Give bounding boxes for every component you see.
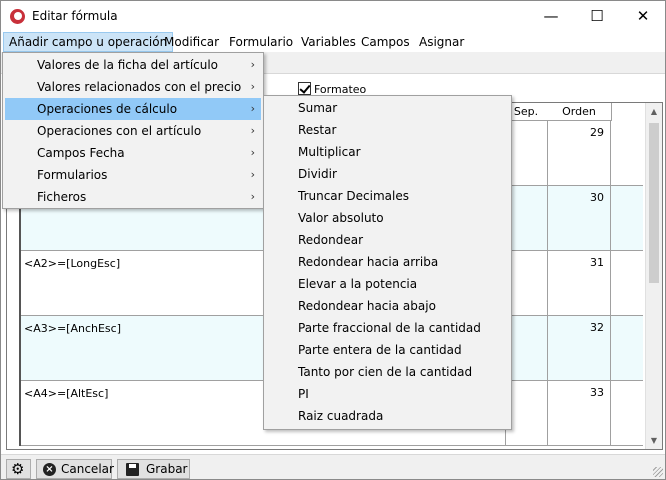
window-title: Editar fórmula: [32, 9, 118, 23]
menu-item-raiz-cuadrada[interactable]: Raiz cuadrada: [266, 405, 509, 427]
row-indicator[interactable]: [7, 381, 21, 446]
menu-item-label: Valores relacionados con el precio: [37, 80, 242, 94]
cell-expression[interactable]: <A2>=[LongEsc]: [24, 257, 120, 270]
menu-item-dividir[interactable]: Dividir: [266, 163, 509, 185]
cell-orden[interactable]: 31: [547, 251, 611, 316]
cell-orden[interactable]: 29: [547, 121, 611, 186]
menu-item-label: Ficheros: [37, 190, 87, 204]
menu-item-redondear-arriba[interactable]: Redondear hacia arriba: [266, 251, 509, 273]
submenu-arrow-icon: ›: [250, 102, 255, 115]
cell-orden[interactable]: 32: [547, 316, 611, 381]
checkbox-checked-icon[interactable]: [298, 82, 311, 95]
gear-icon: ⚙: [11, 460, 25, 478]
save-disk-icon: [126, 463, 139, 476]
resize-grip-icon[interactable]: [653, 467, 663, 477]
menu-item-precio[interactable]: Valores relacionados con el precio ›: [5, 76, 261, 98]
menu-item-ficha-articulo[interactable]: Valores de la ficha del artículo ›: [5, 54, 261, 76]
submenu-arrow-icon: ›: [250, 124, 255, 137]
menu-item-operaciones-articulo[interactable]: Operaciones con el artículo ›: [5, 120, 261, 142]
submenu-arrow-icon: ›: [250, 58, 255, 71]
scroll-down-icon[interactable]: ▼: [646, 432, 662, 449]
menu-item-tanto-por-cien[interactable]: Tanto por cien de la cantidad: [266, 361, 509, 383]
add-field-menu: Valores de la ficha del artículo › Valore…: [2, 52, 264, 209]
row-indicator[interactable]: [7, 251, 21, 316]
menu-variables[interactable]: Variables: [296, 32, 361, 52]
menu-item-label: Operaciones de cálculo: [37, 102, 178, 116]
cell-expression[interactable]: <A4>=[AltEsc]: [24, 387, 108, 400]
menu-item-label: Formularios: [37, 168, 108, 182]
menu-item-parte-fraccional[interactable]: Parte fraccional de la cantidad: [266, 317, 509, 339]
menu-item-redondear[interactable]: Redondear: [266, 229, 509, 251]
menu-item-restar[interactable]: Restar: [266, 119, 509, 141]
menu-item-campos-fecha[interactable]: Campos Fecha ›: [5, 142, 261, 164]
formateo-checkbox[interactable]: Formateo: [298, 82, 366, 96]
menu-bar: Añadir campo u operación Modificar Formu…: [1, 32, 665, 52]
menu-item-redondear-abajo[interactable]: Redondear hacia abajo: [266, 295, 509, 317]
menu-campos[interactable]: Campos: [356, 32, 415, 52]
menu-item-truncar-decimales[interactable]: Truncar Decimales: [266, 185, 509, 207]
menu-item-label: Operaciones con el artículo: [37, 124, 202, 138]
menu-asignar[interactable]: Asignar: [414, 32, 469, 52]
menu-item-parte-entera[interactable]: Parte entera de la cantidad: [266, 339, 509, 361]
bottom-toolbar: ⚙ × Cancelar Grabar: [1, 454, 665, 479]
app-logo-icon: [10, 9, 25, 24]
row-indicator[interactable]: [7, 316, 21, 381]
cancel-button[interactable]: × Cancelar: [36, 459, 114, 479]
title-bar: Editar fórmula — ☐ ✕: [1, 1, 665, 32]
menu-modificar[interactable]: Modificar: [159, 32, 224, 52]
cancel-icon: ×: [43, 463, 56, 476]
menu-item-sumar[interactable]: Sumar: [266, 97, 509, 119]
menu-item-pi[interactable]: PI: [266, 383, 509, 405]
menu-item-multiplicar[interactable]: Multiplicar: [266, 141, 509, 163]
calc-operations-submenu: Sumar Restar Multiplicar Dividir Truncar…: [263, 95, 512, 430]
submenu-arrow-icon: ›: [250, 190, 255, 203]
menu-item-elevar-potencia[interactable]: Elevar a la potencia: [266, 273, 509, 295]
scroll-up-icon[interactable]: ▲: [646, 103, 662, 120]
minimize-button[interactable]: —: [528, 1, 574, 32]
submenu-arrow-icon: ›: [250, 168, 255, 181]
column-header-orden[interactable]: Orden: [547, 103, 612, 121]
menu-item-formularios[interactable]: Formularios ›: [5, 164, 261, 186]
scroll-thumb[interactable]: [649, 123, 659, 283]
menu-item-operaciones-calculo[interactable]: Operaciones de cálculo ›: [5, 98, 261, 120]
menu-formulario[interactable]: Formulario: [224, 32, 298, 52]
menu-anadir-campo[interactable]: Añadir campo u operación: [3, 32, 174, 52]
settings-button[interactable]: ⚙: [6, 459, 31, 479]
maximize-button[interactable]: ☐: [574, 1, 620, 32]
menu-item-valor-absoluto[interactable]: Valor absoluto: [266, 207, 509, 229]
vertical-scrollbar[interactable]: ▲ ▼: [645, 103, 662, 449]
cell-expression[interactable]: <A3>=[AnchEsc]: [24, 322, 121, 335]
save-label: Grabar: [146, 462, 188, 476]
submenu-arrow-icon: ›: [250, 80, 255, 93]
save-button[interactable]: Grabar: [117, 459, 190, 479]
cell-orden[interactable]: 30: [547, 186, 611, 251]
close-button[interactable]: ✕: [620, 1, 666, 32]
cell-orden[interactable]: 33: [547, 381, 611, 446]
menu-item-label: Campos Fecha: [37, 146, 125, 160]
cancel-label: Cancelar: [61, 462, 114, 476]
menu-item-ficheros[interactable]: Ficheros ›: [5, 186, 261, 208]
menu-item-label: Valores de la ficha del artículo: [37, 58, 219, 72]
submenu-arrow-icon: ›: [250, 146, 255, 159]
